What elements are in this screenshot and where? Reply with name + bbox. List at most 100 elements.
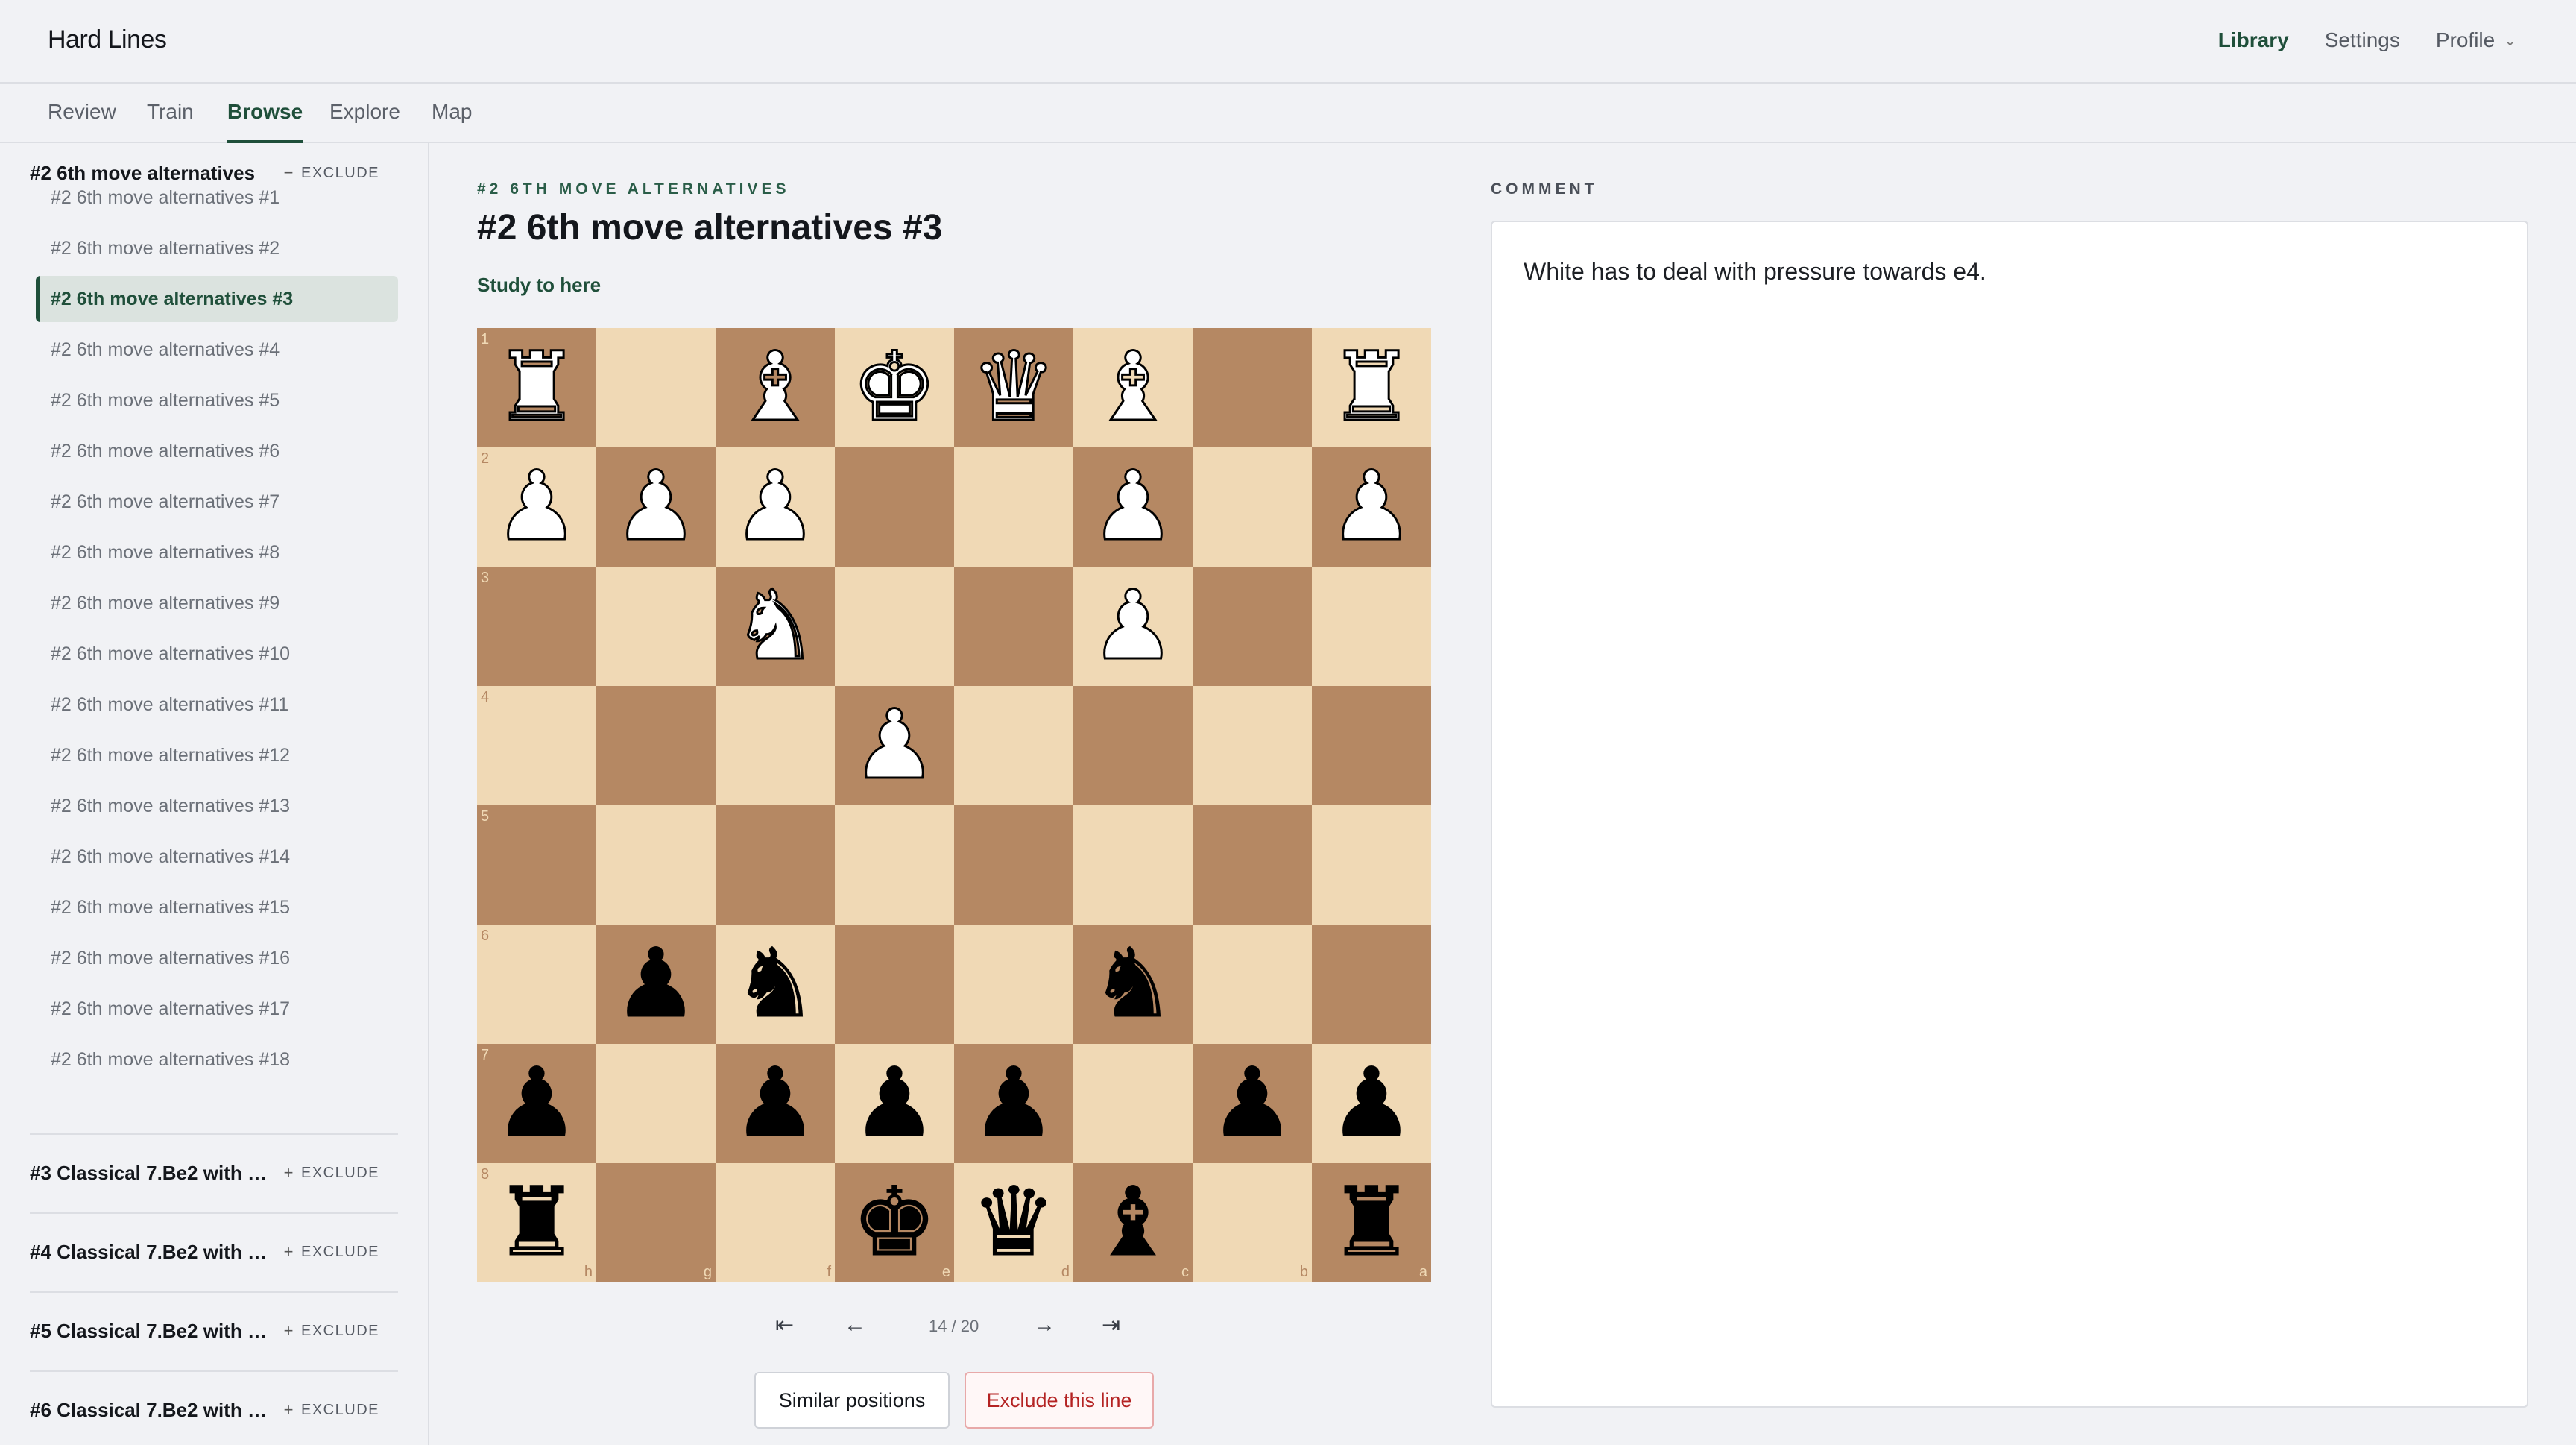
black-pawn-icon[interactable]: ♟	[1312, 1044, 1431, 1163]
white-pawn-icon[interactable]: ♟	[1073, 447, 1193, 567]
white-pawn-icon[interactable]: ♟	[716, 447, 835, 567]
app-title[interactable]: Hard Lines	[48, 25, 167, 54]
black-pawn-icon[interactable]: ♟	[596, 925, 716, 1044]
exclude-line-button[interactable]: Exclude this line	[965, 1372, 1154, 1429]
sidebar-item[interactable]: #2 6th move alternatives #4	[36, 327, 398, 373]
board-square[interactable]	[1073, 686, 1193, 805]
board-square[interactable]: 7 ♟	[477, 1044, 596, 1163]
black-bishop-icon[interactable]: ♝	[1073, 1163, 1193, 1282]
board-square[interactable]: ♜	[1312, 328, 1431, 447]
board-square[interactable]	[954, 686, 1073, 805]
white-queen-icon[interactable]: ♛	[954, 328, 1073, 447]
board-square[interactable]	[596, 567, 716, 686]
black-knight-icon[interactable]: ♞	[716, 925, 835, 1044]
board-square[interactable]: f	[716, 1163, 835, 1282]
board-square[interactable]: g	[596, 1163, 716, 1282]
expand-icon[interactable]: +	[276, 1163, 301, 1183]
board-square[interactable]: ♟	[1193, 1044, 1312, 1163]
last-move-button[interactable]: ⇥	[1102, 1312, 1120, 1338]
board-square[interactable]: ♝	[716, 328, 835, 447]
chess-board[interactable]: 1 ♜ ♝ ♚ ♛ ♝ ♜ 2 ♟ ♟ ♟ ♟ ♟ 3 ♞ ♟ 4 ♟ 5 6 ♟ ♞ ♞ 7 ♟ ♟ ♟ ♟ ♟ ♟ 8 h ♜ g f e ♚ d ♛ c…	[477, 328, 1431, 1282]
black-rook-icon[interactable]: ♜	[1312, 1163, 1431, 1282]
board-square[interactable]: 8 h ♜	[477, 1163, 596, 1282]
white-pawn-icon[interactable]: ♟	[1312, 447, 1431, 567]
board-square[interactable]: 5	[477, 805, 596, 925]
first-move-button[interactable]: ⇤	[775, 1312, 794, 1338]
black-queen-icon[interactable]: ♛	[954, 1163, 1073, 1282]
expand-icon[interactable]: +	[276, 1242, 301, 1262]
board-square[interactable]	[1073, 805, 1193, 925]
sidebar-item[interactable]: #2 6th move alternatives #5	[36, 377, 398, 424]
sidebar-item[interactable]: #2 6th move alternatives #14	[36, 834, 398, 880]
sidebar-item[interactable]: #2 6th move alternatives #9	[36, 580, 398, 626]
white-bishop-icon[interactable]: ♝	[1073, 328, 1193, 447]
board-square[interactable]	[835, 805, 954, 925]
board-square[interactable]	[596, 1044, 716, 1163]
group-header[interactable]: #6 Classical 7.Be2 with 8.... + EXCLUDE	[30, 1391, 398, 1429]
board-square[interactable]: ♚	[835, 328, 954, 447]
sidebar-item[interactable]: #2 6th move alternatives #10	[36, 631, 398, 677]
board-square[interactable]: b	[1193, 1163, 1312, 1282]
board-square[interactable]	[954, 925, 1073, 1044]
board-square[interactable]	[835, 567, 954, 686]
board-square[interactable]	[1193, 805, 1312, 925]
sidebar-item[interactable]: #2 6th move alternatives #3	[36, 276, 398, 322]
black-pawn-icon[interactable]: ♟	[954, 1044, 1073, 1163]
board-square[interactable]	[1193, 925, 1312, 1044]
board-square[interactable]	[954, 567, 1073, 686]
white-rook-icon[interactable]: ♜	[477, 328, 596, 447]
study-to-here-link[interactable]: Study to here	[477, 274, 601, 297]
board-square[interactable]	[835, 925, 954, 1044]
white-king-icon[interactable]: ♚	[835, 328, 954, 447]
board-square[interactable]	[954, 805, 1073, 925]
white-pawn-icon[interactable]: ♟	[477, 447, 596, 567]
board-square[interactable]: 6	[477, 925, 596, 1044]
board-square[interactable]	[596, 328, 716, 447]
white-pawn-icon[interactable]: ♟	[835, 686, 954, 805]
board-square[interactable]: ♞	[1073, 925, 1193, 1044]
board-square[interactable]	[716, 686, 835, 805]
nav-settings-link[interactable]: Settings	[2325, 28, 2400, 52]
board-square[interactable]: e ♚	[835, 1163, 954, 1282]
board-square[interactable]: ♟	[835, 686, 954, 805]
group-header[interactable]: #4 Classical 7.Be2 with 8.... + EXCLUDE	[30, 1233, 398, 1271]
board-square[interactable]: ♟	[596, 925, 716, 1044]
board-square[interactable]	[1073, 1044, 1193, 1163]
board-square[interactable]: 3	[477, 567, 596, 686]
board-square[interactable]	[1193, 686, 1312, 805]
profile-menu[interactable]: Profile ⌄	[2436, 28, 2516, 52]
board-square[interactable]: ♟	[1312, 447, 1431, 567]
sidebar-item[interactable]: #2 6th move alternatives #11	[36, 681, 398, 728]
black-pawn-icon[interactable]: ♟	[716, 1044, 835, 1163]
board-square[interactable]: ♝	[1073, 328, 1193, 447]
board-square[interactable]: a ♜	[1312, 1163, 1431, 1282]
sidebar-item[interactable]: #2 6th move alternatives #2	[36, 225, 398, 271]
expand-icon[interactable]: +	[276, 1400, 301, 1420]
board-square[interactable]: ♟	[716, 1044, 835, 1163]
white-knight-icon[interactable]: ♞	[716, 567, 835, 686]
black-pawn-icon[interactable]: ♟	[835, 1044, 954, 1163]
board-square[interactable]	[596, 686, 716, 805]
group-exclude-button[interactable]: EXCLUDE	[301, 1244, 379, 1261]
board-square[interactable]	[1193, 447, 1312, 567]
tab-train[interactable]: Train	[147, 100, 194, 143]
board-square[interactable]: ♟	[835, 1044, 954, 1163]
tab-review[interactable]: Review	[48, 100, 116, 143]
board-square[interactable]: ♞	[716, 925, 835, 1044]
sidebar-item[interactable]: #2 6th move alternatives #1	[36, 174, 398, 221]
sidebar-item[interactable]: #2 6th move alternatives #12	[36, 732, 398, 778]
black-pawn-icon[interactable]: ♟	[1193, 1044, 1312, 1163]
board-square[interactable]	[596, 805, 716, 925]
tab-map[interactable]: Map	[432, 100, 472, 143]
board-square[interactable]: ♟	[1073, 447, 1193, 567]
board-square[interactable]	[835, 447, 954, 567]
black-rook-icon[interactable]: ♜	[477, 1163, 596, 1282]
board-square[interactable]	[1312, 686, 1431, 805]
board-square[interactable]: ♟	[954, 1044, 1073, 1163]
board-square[interactable]: 4	[477, 686, 596, 805]
white-pawn-icon[interactable]: ♟	[1073, 567, 1193, 686]
board-square[interactable]: ♛	[954, 328, 1073, 447]
sidebar-item[interactable]: #2 6th move alternatives #6	[36, 428, 398, 474]
board-square[interactable]: ♟	[1312, 1044, 1431, 1163]
group-exclude-button[interactable]: EXCLUDE	[301, 1323, 379, 1340]
